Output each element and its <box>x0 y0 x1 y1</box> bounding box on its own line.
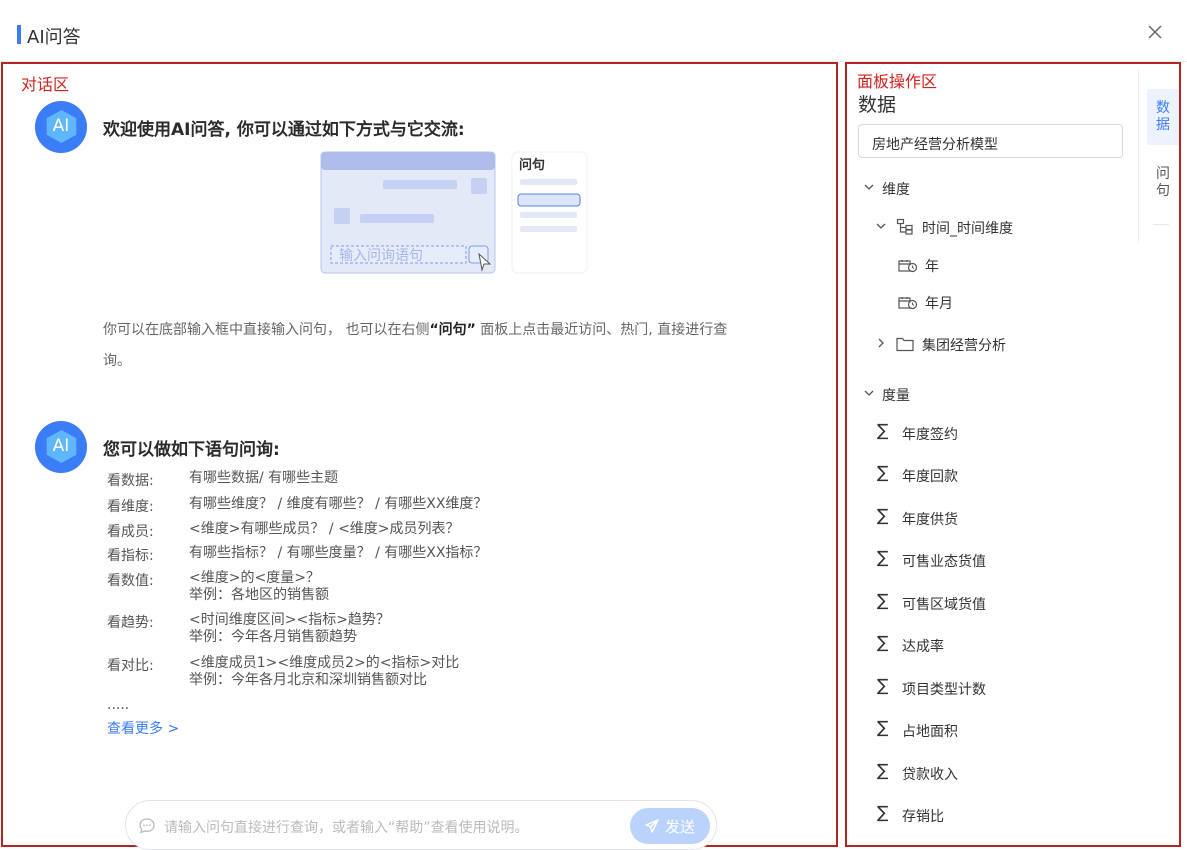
question-input[interactable]: 请输入问句直接进行查询，或者输入“帮助”查看使用说明。 发送 <box>125 800 717 850</box>
tab-questions[interactable]: 问句 <box>1147 163 1179 203</box>
sigma-icon: ∑ <box>877 463 889 483</box>
dialog-header: AI问答 <box>0 0 1187 62</box>
sigma-icon: ∑ <box>877 548 889 568</box>
side-tabs: 数据 问句 <box>1138 70 1181 242</box>
calendar-clock-icon <box>898 260 918 273</box>
conversation-area-label: 对话区 <box>21 75 70 94</box>
send-button[interactable]: 发送 <box>630 808 710 844</box>
sigma-icon: ∑ <box>877 676 889 696</box>
ai-avatar: AI <box>35 421 87 473</box>
side-tabs-divider <box>1153 224 1169 225</box>
welcome-description: 你可以在底部输入框中直接输入问句， 也可以在右侧“问句” 面板上点击最近访问、热… <box>103 322 728 369</box>
sigma-icon: ∑ <box>877 633 889 653</box>
panel-title: 数据 <box>858 94 897 116</box>
close-icon[interactable] <box>1145 22 1165 42</box>
model-selector-value: 房地产经营分析模型 <box>872 137 998 153</box>
sigma-icon: ∑ <box>877 421 889 441</box>
hierarchy-icon <box>896 218 913 235</box>
svg-text:输入问询语句: 输入问询语句 <box>339 248 423 264</box>
chat-bubble-icon <box>139 818 155 834</box>
calendar-clock-icon <box>898 297 918 310</box>
see-more-link[interactable]: 查看更多 > <box>107 718 179 738</box>
chevron-right-icon <box>878 338 884 348</box>
svg-text:问句: 问句 <box>519 157 545 173</box>
title-accent-bar <box>17 25 21 44</box>
ai-avatar: AI <box>35 101 87 153</box>
usage-illustration: 输入问询语句 问句 <box>320 151 588 274</box>
sigma-icon: ∑ <box>877 506 889 526</box>
sigma-icon: ∑ <box>877 803 889 823</box>
chevron-down-icon <box>876 223 886 229</box>
sigma-icon: ∑ <box>877 718 889 738</box>
tab-data-label: 数据 <box>1156 100 1170 133</box>
chevron-down-icon <box>864 184 874 190</box>
tab-data[interactable]: 数据 <box>1147 89 1179 145</box>
folder-icon <box>896 337 914 352</box>
chevron-down-icon <box>864 390 874 396</box>
sigma-icon: ∑ <box>877 591 889 611</box>
dialog-title: AI问答 <box>27 27 81 48</box>
sigma-icon: ∑ <box>877 761 889 781</box>
paper-plane-icon <box>645 819 659 833</box>
tab-questions-label: 问句 <box>1156 166 1170 199</box>
welcome-heading: 欢迎使用AI问答, 你可以通过如下方式与它交流: <box>103 120 465 140</box>
panel-area-label: 面板操作区 <box>857 72 938 91</box>
examples-heading: 您可以做如下语句问询: <box>103 440 280 460</box>
model-selector[interactable]: 房地产经营分析模型 <box>858 124 1123 158</box>
question-input-placeholder: 请输入问句直接进行查询，或者输入“帮助”查看使用说明。 <box>164 820 529 836</box>
